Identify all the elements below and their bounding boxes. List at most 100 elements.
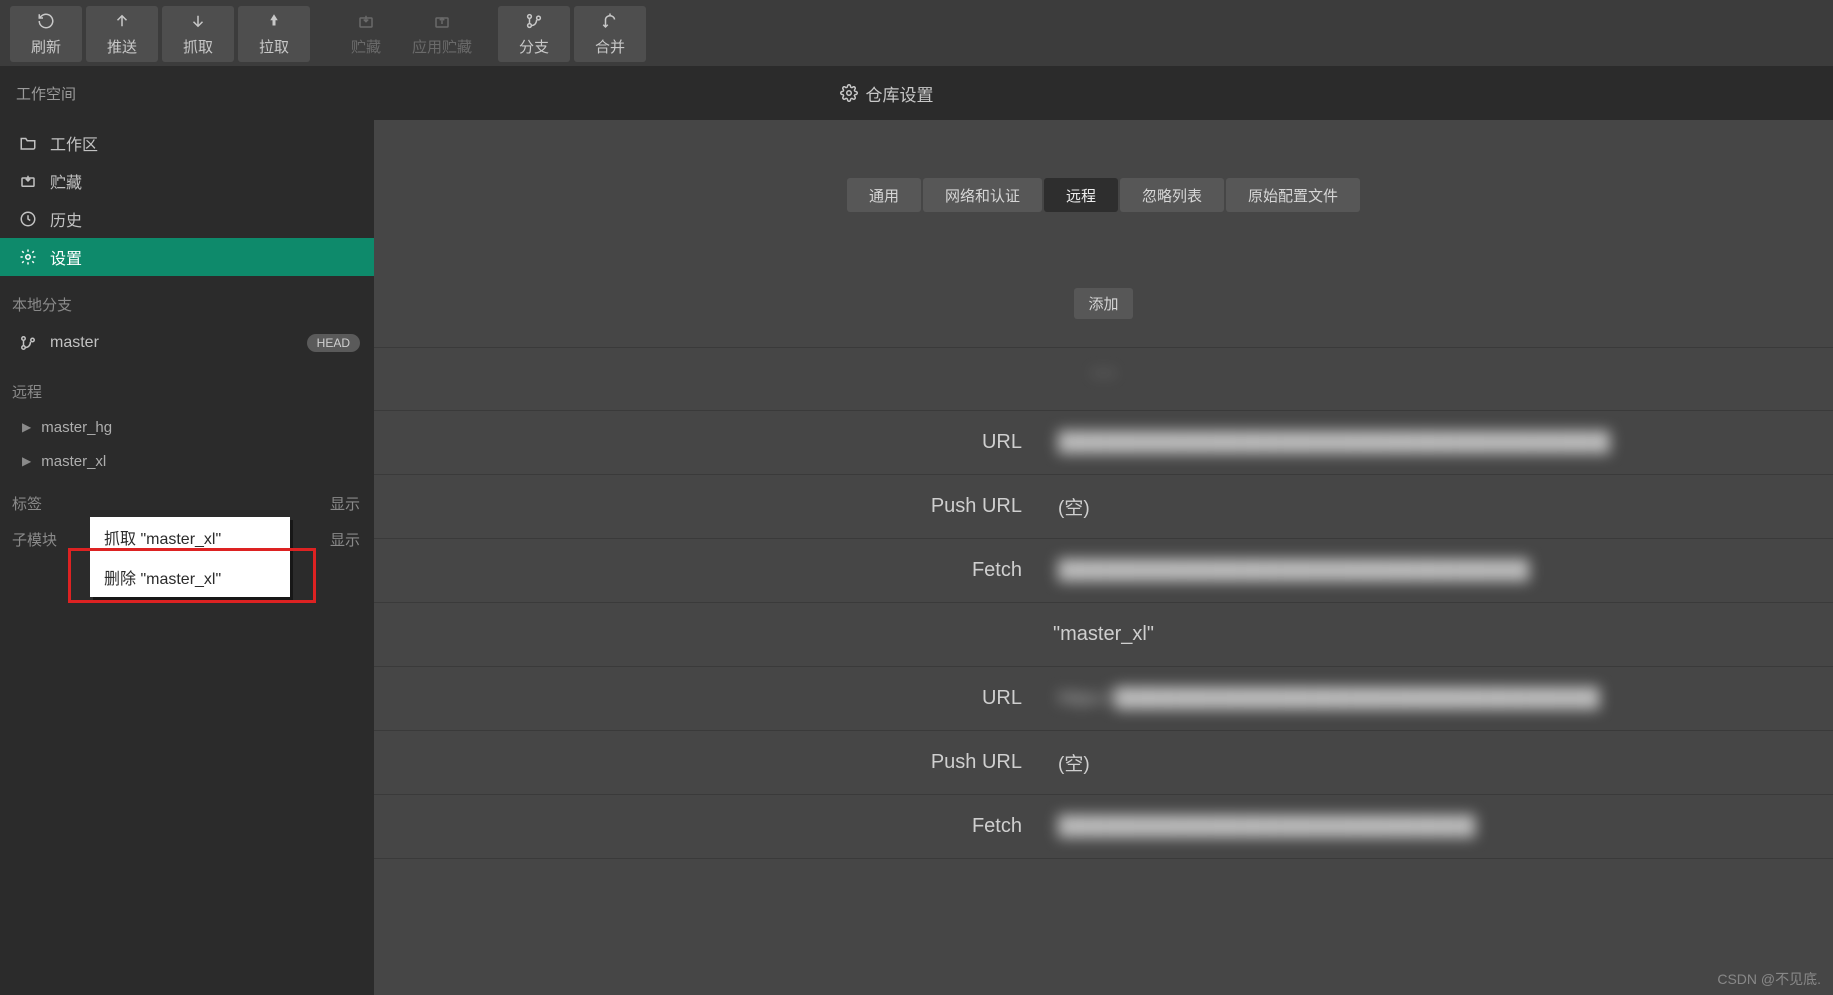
add-label: 添加 — [1088, 296, 1118, 313]
toolbar: 刷新 推送 抓取 拉取 贮藏 — [0, 0, 1833, 66]
main-content: 通用 网络和认证 远程 忽略列表 原始配置文件 添加 " " URL █████… — [374, 120, 1833, 995]
branch-button[interactable]: 分支 — [498, 6, 570, 62]
ctx-label: 删除 "master_xl" — [104, 565, 221, 589]
refresh-button[interactable]: 刷新 — [10, 6, 82, 62]
fetch-button[interactable]: 抓取 — [162, 6, 234, 62]
refresh-icon — [37, 12, 55, 30]
sidebar-item-stash[interactable]: 贮藏 — [0, 162, 374, 200]
ctx-label: 抓取 "master_xl" — [104, 525, 221, 549]
push-icon — [113, 12, 131, 30]
sidebar-item-workdir[interactable]: 工作区 — [0, 124, 374, 162]
fetch-icon — [189, 12, 207, 30]
fetch-label: Fetch — [402, 559, 1022, 582]
submodules-show-link[interactable]: 显示 — [330, 529, 360, 550]
branch-label: 分支 — [519, 36, 549, 57]
tab-remote[interactable]: 远程 — [1044, 178, 1118, 212]
context-fetch-remote[interactable]: 抓取 "master_xl" — [90, 517, 290, 557]
remote1-pushurl-row: Push URL (空) — [374, 475, 1833, 539]
sidebar-item-settings[interactable]: 设置 — [0, 238, 374, 276]
tags-label: 标签 — [12, 493, 42, 514]
local-branches-section-label: 本地分支 — [0, 276, 374, 323]
tab-raw[interactable]: 原始配置文件 — [1226, 178, 1360, 212]
stash-label: 贮藏 — [351, 36, 381, 57]
remote-name: master_xl — [41, 453, 106, 470]
tab-general[interactable]: 通用 — [847, 178, 921, 212]
remote-section-name-row-2: "master_xl" — [374, 603, 1833, 667]
remote2-fetch-row: Fetch ███████████████████████████████ — [374, 795, 1833, 859]
pushurl-label: Push URL — [402, 495, 1022, 518]
repo-settings-label: 仓库设置 — [866, 81, 934, 106]
remote2-url-row: URL https://████████████████████████████… — [374, 667, 1833, 731]
remote1-pushurl-value: (空) — [1022, 493, 1805, 520]
remote2-pushurl-row: Push URL (空) — [374, 731, 1833, 795]
sidebar-item-history[interactable]: 历史 — [0, 200, 374, 238]
apply-stash-button: 应用贮藏 — [406, 6, 478, 62]
tab-network[interactable]: 网络和认证 — [923, 178, 1042, 212]
gear-small-icon — [18, 248, 38, 266]
remote2-name: "master_xl" — [402, 623, 1805, 646]
merge-label: 合并 — [595, 36, 625, 57]
tags-section: 标签 显示 — [0, 478, 374, 514]
merge-icon — [601, 12, 619, 30]
apply-stash-label: 应用贮藏 — [412, 36, 472, 57]
remote-item-master-hg[interactable]: ▶ master_hg — [0, 410, 374, 444]
stash-button: 贮藏 — [330, 6, 402, 62]
sidebar-item-label: 设置 — [50, 245, 82, 269]
pull-icon — [265, 12, 283, 30]
stash-small-icon — [18, 172, 38, 190]
local-branch-row[interactable]: master HEAD — [0, 323, 374, 363]
remote1-url-value: ████████████████████████████████████████… — [1058, 432, 1610, 453]
push-label: 推送 — [107, 36, 137, 57]
submodules-label: 子模块 — [12, 529, 57, 550]
pull-label: 拉取 — [259, 36, 289, 57]
fetch-label: 抓取 — [183, 36, 213, 57]
branch-icon — [525, 12, 543, 30]
workspace-title: 工作空间 — [16, 83, 76, 104]
tags-show-link[interactable]: 显示 — [330, 493, 360, 514]
branch-small-icon — [18, 334, 38, 352]
pushurl-label: Push URL — [402, 751, 1022, 774]
gear-icon — [840, 84, 858, 102]
remote1-fetch-row: Fetch ██████████████████████████████████… — [374, 539, 1833, 603]
remote1-name: " " — [1094, 368, 1114, 390]
context-delete-remote[interactable]: 删除 "master_xl" — [90, 557, 290, 597]
merge-button[interactable]: 合并 — [574, 6, 646, 62]
tab-label: 远程 — [1066, 185, 1096, 206]
context-menu: 抓取 "master_xl" 删除 "master_xl" — [90, 517, 290, 597]
watermark: CSDN @不见底. — [1717, 969, 1821, 989]
remote-section-name-row: " " — [374, 347, 1833, 411]
apply-stash-icon — [433, 12, 451, 30]
tab-label: 忽略列表 — [1142, 185, 1202, 206]
chevron-right-icon: ▶ — [22, 454, 31, 468]
url-label: URL — [402, 431, 1022, 454]
url-label: URL — [402, 687, 1022, 710]
remote-name: master_hg — [41, 419, 112, 436]
remote2-pushurl-value: (空) — [1022, 749, 1805, 776]
remote2-fetch-value: ███████████████████████████████ — [1058, 816, 1475, 837]
refresh-label: 刷新 — [31, 36, 61, 57]
remote2-url-value: https://████████████████████████████████… — [1058, 688, 1600, 709]
tab-label: 原始配置文件 — [1248, 185, 1338, 206]
chevron-right-icon: ▶ — [22, 420, 31, 434]
add-remote-button[interactable]: 添加 — [1074, 288, 1132, 319]
remote1-fetch-value: ███████████████████████████████████ — [1058, 560, 1529, 581]
remote-item-master-xl[interactable]: ▶ master_xl — [0, 444, 374, 478]
sidebar-item-label: 贮藏 — [50, 169, 82, 193]
fetch-label: Fetch — [402, 815, 1022, 838]
branch-name: master — [50, 334, 99, 352]
settings-tabbar: 通用 网络和认证 远程 忽略列表 原始配置文件 — [374, 178, 1833, 212]
folder-icon — [18, 134, 38, 152]
sidebar-item-label: 工作区 — [50, 131, 98, 155]
tab-ignore[interactable]: 忽略列表 — [1120, 178, 1224, 212]
repo-settings-button[interactable]: 仓库设置 — [76, 81, 1697, 106]
head-badge: HEAD — [307, 334, 360, 352]
tab-label: 通用 — [869, 185, 899, 206]
remote1-url-row: URL ████████████████████████████████████… — [374, 411, 1833, 475]
remote-details: " " URL ████████████████████████████████… — [374, 347, 1833, 859]
workspace-header: 工作空间 仓库设置 — [0, 66, 1833, 120]
tab-label: 网络和认证 — [945, 185, 1020, 206]
stash-icon — [357, 12, 375, 30]
sidebar-item-label: 历史 — [50, 207, 82, 231]
push-button[interactable]: 推送 — [86, 6, 158, 62]
pull-button[interactable]: 拉取 — [238, 6, 310, 62]
